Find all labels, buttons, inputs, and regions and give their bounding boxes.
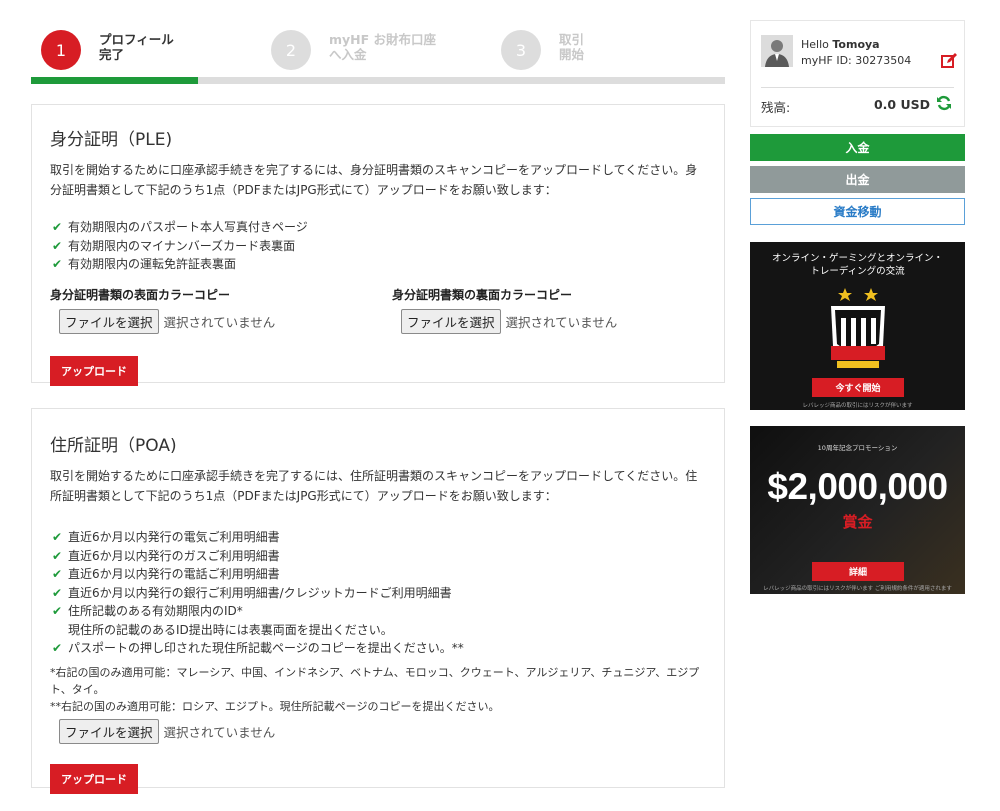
step-2: 2 myHF お財布口座 へ入金 [271,30,436,70]
check-icon: ✔ [52,641,63,655]
step-1: 1 プロフィール 完了 [41,30,174,70]
step-1-label: プロフィール 完了 [99,32,174,62]
list-item: ✔ 直近6か月以内発行の電話ご利用明細書 [50,565,706,584]
list-item: ✔ 有効期限内のパスポート本人写真付きページ [50,218,706,237]
banner1-cta-button[interactable]: 今すぐ開始 [812,378,904,397]
ple-upload-button[interactable]: アップロード [50,355,138,386]
step-3: 3 取引 開始 [501,30,584,70]
balance-value: 0.0 USD [873,97,930,112]
ple-document-list: ✔ 有効期限内のパスポート本人写真付きページ ✔ 有効期限内のマイナンバーズカード表… [50,218,706,274]
step-3-number: 3 [501,30,541,70]
transfer-button[interactable]: 資金移動 [750,198,965,225]
ple-front-file-status: 選択されていません [163,314,276,330]
banner2-prize-label: 賞金 [842,513,873,531]
list-item: ✔ 直近6か月以内発行の電気ご利用明細書 [50,528,706,547]
poa-panel: 住所証明（POA) 取引を開始するために口座承認手続きを完了するには、住所証明書… [31,408,725,794]
poa-file-status: 選択されていません [163,724,276,740]
balance-label: 残高: [761,100,791,115]
withdraw-button[interactable]: 出金 [750,166,965,193]
poa-title: 住所証明（POA) [50,436,177,456]
check-icon: ✔ [52,220,63,234]
esports-promo-banner[interactable]: オンライン・ゲーミングとオンライン・ トレーディングの交流 今すぐ開始 レバレッジ… [750,242,965,410]
step-progress-bar [31,77,725,84]
refresh-icon[interactable] [936,95,952,111]
check-icon: ✔ [52,257,63,271]
step-1-number: 1 [41,30,81,70]
poa-file-upload: ファイルを選択 選択されていません [50,718,706,744]
club-crest-logo [831,288,885,368]
poa-description: 取引を開始するために口座承認手続きを完了するには、住所証明書類のスキャンコピーを… [50,469,698,503]
list-item: ✔ 有効期限内のマイナンバーズカード表裏面 [50,237,706,256]
ple-front-label: 身分証明書類の表面カラーコピー [50,287,231,302]
banner2-amount: $2,000,000 [767,466,948,507]
ple-back-file-button[interactable]: ファイルを選択 [401,308,501,334]
user-id: myHF ID: 30273504 [801,54,912,67]
user-name: Tomoya [832,38,880,51]
list-item: ✔ 有効期限内の運転免許証表裏面 [50,255,706,274]
divider [761,87,954,88]
step-2-number: 2 [271,30,311,70]
ple-panel: 身分証明（PLE) 取引を開始するために口座承認手続きを完了するには、身分証明書… [31,104,725,386]
ple-back-upload: 身分証明書類の裏面カラーコピー ファイルを選択 選択されていません [392,286,617,334]
ple-front-file-button[interactable]: ファイルを選択 [59,308,159,334]
avatar [761,35,793,67]
list-item: ✔ 直近6か月以内発行の銀行ご利用明細書/クレジットカードご利用明細書 [50,584,706,603]
poa-upload-button[interactable]: アップロード [50,763,138,794]
banner1-title: オンライン・ゲーミングとオンライン・ トレーディングの交流 [771,253,943,277]
ple-front-upload: 身分証明書類の表面カラーコピー ファイルを選択 選択されていません [50,286,392,334]
check-icon: ✔ [52,567,63,581]
step-3-label: 取引 開始 [559,32,585,62]
poa-country-note-1: *右記の国のみ適用可能：マレーシア、中国、インドネシア、ベトナム、モロッコ、クウ… [50,665,700,696]
ple-title: 身分証明（PLE) [50,130,173,150]
banner2-subtitle: 10周年記念プロモーション [817,444,898,452]
list-item: ✔ パスポートの押し印された現住所記載ページのコピーを提出ください。** [50,639,706,658]
deposit-button[interactable]: 入金 [750,134,965,161]
list-item: ✔ 住所記載のある有効期限内のID* 現住所の記載のあるID提出時には表裏両面を提出… [50,602,706,639]
check-icon: ✔ [52,604,63,618]
onboarding-steps: 1 プロフィール 完了 2 myHF お財布口座 へ入金 3 取引 開始 [31,26,725,86]
banner1-disclaimer: レバレッジ商品の取引にはリスクが伴います [802,403,913,409]
list-item: ✔ 直近6か月以内発行のガスご利用明細書 [50,547,706,566]
check-icon: ✔ [52,238,63,253]
banner2-disclaimer: レバレッジ商品の取引にはリスクが伴います ご利用規約条件が適用されます [763,586,952,592]
poa-country-note-2: **右記の国のみ適用可能：ロシア、エジプト。現住所記載ページのコピーを提出くださ… [50,699,500,713]
poa-document-list: ✔ 直近6か月以内発行の電気ご利用明細書 ✔ 直近6か月以内発行のガスご利用明細書 … [50,528,706,658]
ple-back-file-status: 選択されていません [505,314,618,330]
ple-description: 取引を開始するために口座承認手続きを完了するには、身分証明書類のスキャンコピーを… [50,163,698,197]
user-greeting: Hello Tomoya myHF ID: 30273504 [801,38,912,67]
edit-icon[interactable] [941,53,957,69]
ple-back-label: 身分証明書類の裏面カラーコピー [392,287,573,302]
id-item-subnote: 現住所の記載のあるID提出時には表裏両面を提出ください。 [68,622,393,637]
poa-file-button[interactable]: ファイルを選択 [59,718,159,744]
check-icon: ✔ [52,548,63,563]
banner2-cta-button[interactable]: 詳細 [812,562,904,581]
step-progress-fill [31,77,198,84]
anniversary-promo-banner[interactable]: 10周年記念プロモーション $2,000,000 賞金 詳細 レバレッジ商品の取… [750,426,965,594]
check-icon: ✔ [52,585,63,600]
check-icon: ✔ [52,530,63,544]
user-card: Hello Tomoya myHF ID: 30273504 残高: 0.0 U… [750,20,965,127]
step-2-label: myHF お財布口座 へ入金 [329,32,437,62]
